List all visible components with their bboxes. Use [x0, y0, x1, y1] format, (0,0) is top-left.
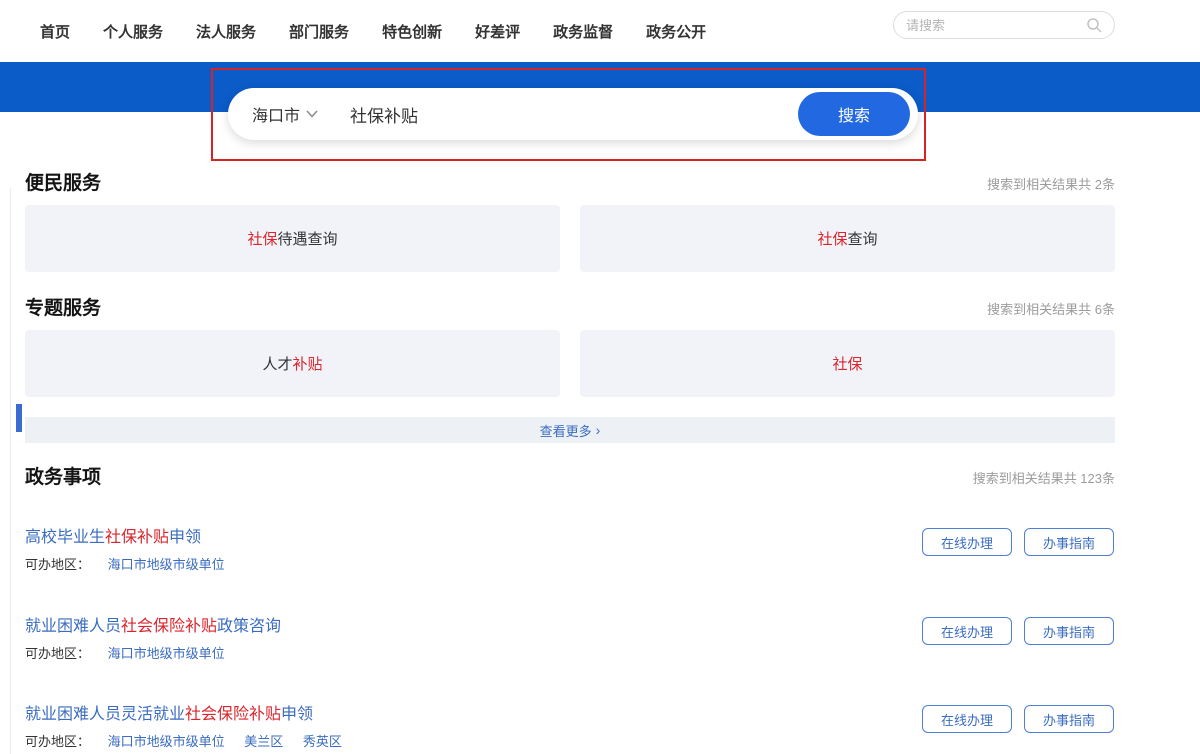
card-text-highlight: 社保: [832, 356, 863, 373]
gov-affairs-result-count: 搜索到相关结果共 123条: [972, 471, 1115, 486]
card-text: 待遇查询: [277, 231, 338, 248]
card-text-highlight: 补贴: [292, 356, 323, 373]
item-title-text: 就业困难人员灵活就业: [25, 706, 186, 723]
chevron-down-icon: [306, 110, 318, 118]
chevron-right-icon: ›: [595, 422, 601, 438]
topic-cards: 人才 补贴 社保: [25, 330, 1115, 397]
nav-item-featured-innovation[interactable]: 特色创新: [382, 21, 442, 42]
region-link[interactable]: 海口市地级市级单位: [108, 734, 225, 749]
main-search-bar: 海口市 搜索: [228, 88, 918, 140]
top-nav: 首页 个人服务 法人服务 部门服务 特色创新 好差评 政务监督 政务公开: [0, 0, 1200, 62]
card-text: 人才: [262, 356, 293, 373]
item-actions: 在线办理 办事指南: [922, 528, 1114, 556]
online-service-button[interactable]: 在线办理: [922, 617, 1012, 645]
region-link[interactable]: 海口市地级市级单位: [108, 646, 225, 661]
item-title-highlight: 社会保险补贴: [121, 618, 218, 635]
nav-item-personal-services[interactable]: 个人服务: [103, 21, 163, 42]
item-title-text: 申领: [169, 529, 202, 546]
service-guide-button[interactable]: 办事指南: [1024, 528, 1114, 556]
main-menu: 首页 个人服务 法人服务 部门服务 特色创新 好差评 政务监督 政务公开: [40, 0, 706, 62]
item-title-link[interactable]: 就业困难人员社会保险补贴政策咨询: [25, 617, 885, 637]
card-text: 查询: [847, 231, 878, 248]
top-search-input[interactable]: [906, 17, 1086, 33]
card-talent-subsidy[interactable]: 人才 补贴: [25, 330, 560, 397]
search-icon: [1087, 18, 1102, 33]
top-search-box[interactable]: [893, 11, 1115, 39]
region-link[interactable]: 美兰区: [244, 734, 283, 749]
gov-affairs-item: 高校毕业生社保补贴申领 可办地区： 海口市地级市级单位 在线办理 办事指南: [25, 528, 1115, 586]
nav-item-gov-disclosure[interactable]: 政务公开: [646, 21, 706, 42]
gov-affairs-item: 就业困难人员社会保险补贴政策咨询 可办地区： 海口市地级市级单位 在线办理 办事…: [25, 617, 1115, 675]
service-guide-button[interactable]: 办事指南: [1024, 705, 1114, 733]
section-title-topic: 专题服务: [25, 298, 102, 319]
topic-result-count: 搜索到相关结果共 6条: [987, 302, 1115, 317]
item-title-text: 申领: [281, 706, 314, 723]
nav-item-rating[interactable]: 好差评: [475, 21, 520, 42]
region-label: 可办地区：: [25, 646, 91, 661]
item-actions: 在线办理 办事指南: [922, 617, 1114, 645]
search-button[interactable]: 搜索: [798, 92, 910, 136]
item-title-highlight: 社会保险补贴: [185, 706, 282, 723]
card-social-security[interactable]: 社保: [580, 330, 1115, 397]
online-service-button[interactable]: 在线办理: [922, 705, 1012, 733]
portal-search-results-page: 首页 个人服务 法人服务 部门服务 特色创新 好差评 政务监督 政务公开 海口市…: [0, 0, 1200, 754]
card-social-security-benefit-query[interactable]: 社保 待遇查询: [25, 205, 560, 272]
card-text-highlight: 社保: [817, 231, 848, 248]
scroll-thumb[interactable]: [16, 404, 22, 432]
item-title-link[interactable]: 高校毕业生社保补贴申领: [25, 528, 885, 548]
city-selector[interactable]: 海口市: [252, 102, 318, 126]
gov-affairs-item: 就业困难人员灵活就业社会保险补贴申领 可办地区： 海口市地级市级单位 美兰区 秀…: [25, 705, 1115, 754]
nav-item-department-services[interactable]: 部门服务: [289, 21, 349, 42]
service-guide-button[interactable]: 办事指南: [1024, 617, 1114, 645]
left-scroll-rail: [10, 188, 22, 754]
item-title-highlight: 社保补贴: [105, 529, 170, 546]
region-label: 可办地区：: [25, 557, 91, 572]
online-service-button[interactable]: 在线办理: [922, 528, 1012, 556]
convenience-result-count: 搜索到相关结果共 2条: [987, 177, 1115, 192]
item-region-row: 可办地区： 海口市地级市级单位: [25, 556, 241, 574]
card-text-highlight: 社保: [247, 231, 278, 248]
region-link[interactable]: 海口市地级市级单位: [108, 557, 225, 572]
gov-affairs-section-header: 政务事项 搜索到相关结果共 123条: [25, 462, 1115, 489]
item-title-link[interactable]: 就业困难人员灵活就业社会保险补贴申领: [25, 705, 885, 725]
item-region-row: 可办地区： 海口市地级市级单位: [25, 645, 241, 663]
topic-section-header: 专题服务 搜索到相关结果共 6条: [25, 293, 1115, 320]
item-title-text: 高校毕业生: [25, 529, 106, 546]
section-title-gov-affairs: 政务事项: [25, 467, 102, 488]
region-link[interactable]: 秀英区: [303, 734, 342, 749]
item-region-row: 可办地区： 海口市地级市级单位 美兰区 秀英区: [25, 733, 358, 751]
convenience-section-header: 便民服务 搜索到相关结果共 2条: [25, 168, 1115, 195]
nav-item-gov-supervision[interactable]: 政务监督: [553, 21, 613, 42]
card-social-security-query[interactable]: 社保 查询: [580, 205, 1115, 272]
city-selector-value: 海口市: [252, 108, 301, 125]
view-more-link[interactable]: 查看更多 ›: [25, 417, 1115, 443]
view-more-label: 查看更多: [539, 423, 592, 439]
region-label: 可办地区：: [25, 734, 91, 749]
nav-item-legal-entity-services[interactable]: 法人服务: [196, 21, 256, 42]
item-title-text: 就业困难人员: [25, 618, 122, 635]
item-title-text: 政策咨询: [217, 618, 282, 635]
item-actions: 在线办理 办事指南: [922, 705, 1114, 733]
nav-item-home[interactable]: 首页: [40, 21, 70, 42]
section-title-convenience: 便民服务: [25, 173, 102, 194]
convenience-cards: 社保 待遇查询 社保 查询: [25, 205, 1115, 272]
